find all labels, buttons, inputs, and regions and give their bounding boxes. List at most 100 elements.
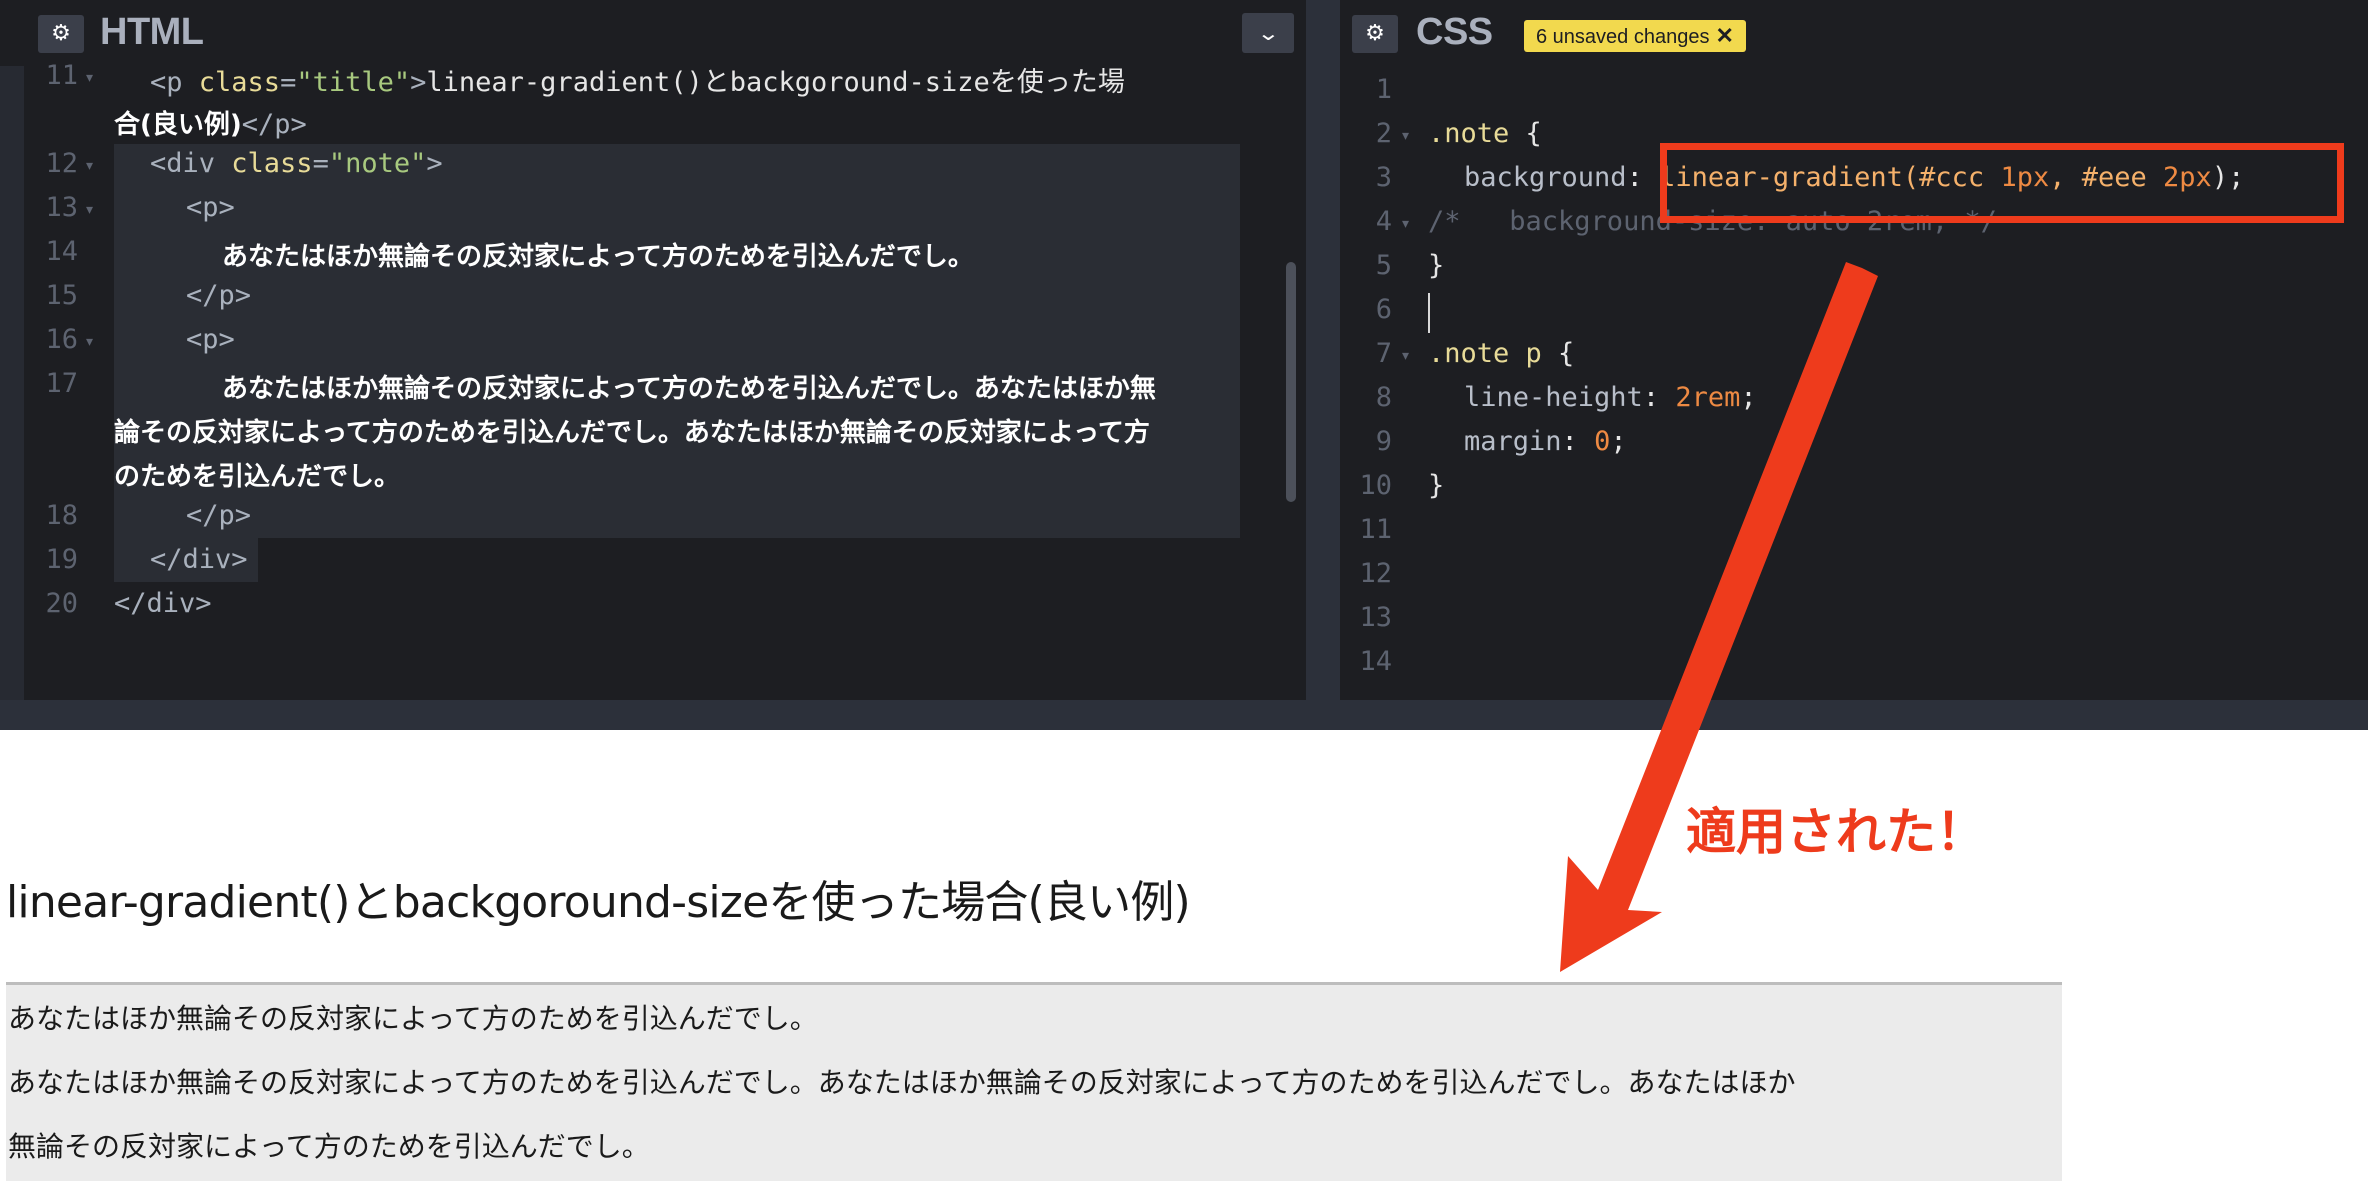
code-token: background [1464,162,1627,193]
code-line[interactable]: 合(良い例)</p> [114,104,307,141]
code-token: 2rem [1675,382,1741,413]
editor-area: ⚙ HTML ⌄ 11 12 13 14 15 16 17 18 19 20 ▾… [0,0,2368,700]
line-number: 6 [1375,294,1392,325]
fold-arrow-icon[interactable]: ▾ [1402,216,1409,232]
line-number: 18 [45,500,78,531]
code-token: .note p [1428,338,1542,369]
line-number: 12 [45,148,78,179]
code-line[interactable]: のためを引込んだでし。 [114,456,400,493]
code-token: = [280,67,297,98]
code-token: <div [150,148,232,179]
fold-arrow-icon[interactable]: ▾ [86,202,93,218]
vertical-scrollbar[interactable] [1286,262,1296,502]
note-paragraph: あなたはほか無論その反対家によって方のためを引込んだでし。 [8,1002,818,1035]
code-line[interactable]: line-height: 2rem; [1464,382,1757,413]
line-number: 2 [1375,118,1392,149]
html-settings-button[interactable]: ⚙ [38,15,84,53]
code-line[interactable]: 論その反対家によって方のためを引込んだでし。あなたはほか無論その反対家によって方 [114,412,1150,449]
annotation-label: 適用された！ [1686,803,1986,861]
code-token: ; [1610,426,1627,457]
html-pane-header: ⚙ HTML ⌄ [0,0,1306,66]
code-token: "note" [328,148,427,179]
line-number: 11 [1359,514,1392,545]
line-number: 4 [1375,206,1392,237]
line-number: 3 [1375,162,1392,193]
html-editor-pane: ⚙ HTML ⌄ 11 12 13 14 15 16 17 18 19 20 ▾… [0,0,1306,700]
fold-arrow-icon[interactable]: ▾ [86,158,93,174]
code-line[interactable]: あなたはほか無論その反対家によって方のためを引込んだでし。 [222,236,974,273]
code-line[interactable]: </p> [186,500,251,531]
code-token: class [231,148,313,179]
unsaved-changes-badge[interactable]: 6 unsaved changes ✕ [1524,20,1746,52]
line-number: 5 [1375,250,1392,281]
code-token: <p [150,67,199,98]
fold-arrow-icon[interactable]: ▾ [86,334,93,350]
code-line[interactable]: </div> [114,588,212,619]
code-token: { [1509,118,1542,149]
line-number: 10 [1359,470,1392,501]
css-pane-title: CSS [1416,11,1493,53]
code-token: .note [1428,118,1510,149]
code-line[interactable]: <p class="title">linear-gradient()とbackg… [150,60,1125,99]
code-line[interactable]: <p> [186,324,235,355]
code-token: : [1561,426,1595,457]
code-token: > [426,148,443,179]
preview-title: linear-gradient()とbackgoround-sizeを使った場合… [6,877,1191,928]
close-icon[interactable]: ✕ [1715,23,1733,48]
line-number: 16 [45,324,78,355]
code-token: = [312,148,329,179]
code-line[interactable]: <p> [186,192,235,223]
code-token: "title" [296,67,411,98]
code-line[interactable]: .note { [1428,118,1542,149]
code-token: margin [1464,426,1562,457]
code-line[interactable]: あなたはほか無論その反対家によって方のためを引込んだでし。あなたはほか無 [222,368,1156,405]
gear-icon: ⚙ [51,21,71,46]
result-preview: linear-gradient()とbackgoround-sizeを使った場合… [0,730,2368,1181]
code-token: linear-gradient()とbackgoround-sizeを使った場 [426,67,1125,98]
note-box: あなたはほか無論その反対家によって方のためを引込んだでし。 あなたはほか無論その… [6,982,2062,1181]
line-number: 14 [45,236,78,267]
gear-icon: ⚙ [1365,21,1385,46]
line-number: 17 [45,368,78,399]
text-cursor [1428,293,1430,333]
code-token: </p> [241,109,307,140]
line-number: 15 [45,280,78,311]
code-line[interactable]: </p> [186,280,251,311]
css-pane-header: ⚙ CSS [1340,0,2368,66]
chevron-down-icon: ⌄ [1256,21,1280,45]
editor-resize-bar[interactable] [0,700,2368,730]
code-token: 0 [1594,426,1611,457]
fold-arrow-icon[interactable]: ▾ [1402,348,1409,364]
line-number: 8 [1375,382,1392,413]
fold-arrow-icon[interactable]: ▾ [1402,128,1409,144]
line-number: 13 [1359,602,1392,633]
code-line[interactable]: <div class="note"> [150,148,443,179]
code-line[interactable]: } [1428,250,1444,281]
code-token: class [198,67,281,98]
code-token: line-height [1464,382,1643,413]
code-line[interactable]: .note p { [1428,338,1574,369]
code-token: > [410,67,427,98]
line-number: 19 [45,544,78,575]
line-number: 13 [45,192,78,223]
unsaved-changes-label: 6 unsaved changes [1536,26,1710,48]
code-token: : [1626,162,1660,193]
note-paragraph: あなたはほか無論その反対家によって方のためを引込んだでし。あなたはほか無論その反… [8,1066,1796,1099]
code-line[interactable]: </div> [150,544,248,575]
fold-arrow-icon[interactable]: ▾ [86,70,93,86]
css-settings-button[interactable]: ⚙ [1352,15,1398,53]
line-number: 11 [45,60,78,91]
line-number: 20 [45,588,78,619]
note-paragraph: 無論その反対家によって方のためを引込んだでし。 [8,1130,650,1163]
code-token: ; [1740,382,1757,413]
code-line[interactable]: } [1428,470,1444,501]
line-number: 12 [1359,558,1392,589]
code-line[interactable]: margin: 0; [1464,426,1627,457]
code-token: : [1642,382,1676,413]
collapse-button[interactable]: ⌄ [1242,13,1294,53]
line-number: 1 [1375,74,1392,105]
code-token: 合(良い例) [114,110,242,140]
html-pane-title: HTML [100,11,204,53]
highlight-box [1660,143,2344,223]
line-number: 9 [1375,426,1392,457]
